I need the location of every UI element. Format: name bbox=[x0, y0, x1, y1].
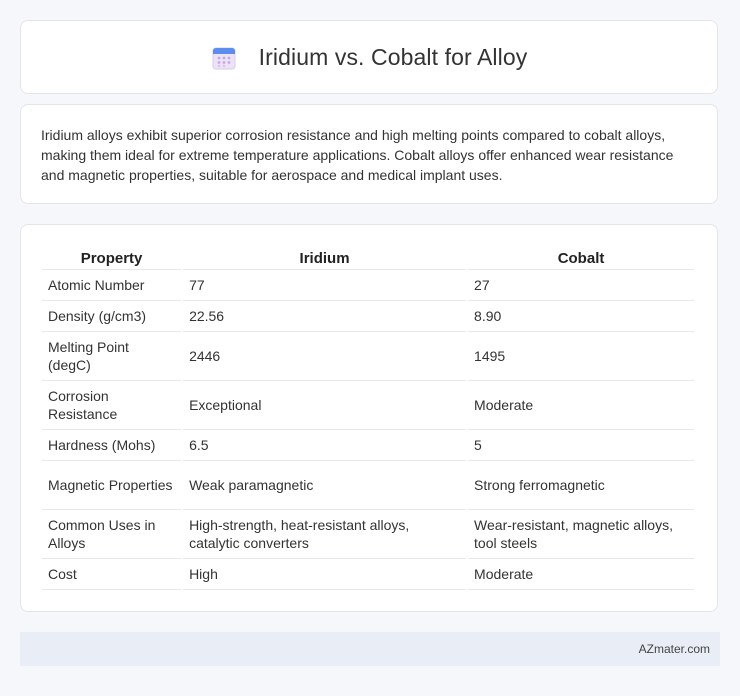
cobalt-value: 1495 bbox=[468, 332, 694, 381]
iridium-value: Exceptional bbox=[183, 381, 467, 430]
table-row: Atomic Number 77 27 bbox=[42, 270, 694, 301]
cobalt-value: 27 bbox=[468, 270, 694, 301]
header-cobalt: Cobalt bbox=[468, 245, 694, 270]
iridium-value: 22.56 bbox=[183, 301, 467, 332]
title-card: Iridium vs. Cobalt for Alloy bbox=[20, 20, 718, 94]
cobalt-value: 8.90 bbox=[468, 301, 694, 332]
row-label: Corrosion Resistance bbox=[42, 381, 182, 430]
row-label: Cost bbox=[42, 559, 182, 590]
table-row: Common Uses in Alloys High-strength, hea… bbox=[42, 510, 694, 559]
row-label: Common Uses in Alloys bbox=[42, 510, 182, 559]
cobalt-value: Moderate bbox=[468, 381, 694, 430]
iridium-value: 6.5 bbox=[183, 430, 467, 461]
row-label: Magnetic Properties bbox=[42, 461, 182, 510]
iridium-value: Weak paramagnetic bbox=[183, 461, 467, 510]
row-label: Hardness (Mohs) bbox=[42, 430, 182, 461]
footer-bar: AZmater.com bbox=[20, 632, 720, 666]
comparison-table: Property Iridium Cobalt Atomic Number 77… bbox=[40, 245, 696, 590]
cobalt-value: 5 bbox=[468, 430, 694, 461]
header-property: Property bbox=[42, 245, 182, 270]
iridium-value: 77 bbox=[183, 270, 467, 301]
cobalt-value: Moderate bbox=[468, 559, 694, 590]
description-card: Iridium alloys exhibit superior corrosio… bbox=[20, 104, 718, 204]
cobalt-value: Strong ferromagnetic bbox=[468, 461, 694, 510]
comparison-table-card: Property Iridium Cobalt Atomic Number 77… bbox=[20, 224, 718, 612]
row-label: Density (g/cm3) bbox=[42, 301, 182, 332]
table-row: Hardness (Mohs) 6.5 5 bbox=[42, 430, 694, 461]
page-title: Iridium vs. Cobalt for Alloy bbox=[258, 43, 528, 70]
calendar-icon bbox=[212, 47, 236, 70]
table-header-row: Property Iridium Cobalt bbox=[42, 245, 694, 270]
table-row: Density (g/cm3) 22.56 8.90 bbox=[42, 301, 694, 332]
iridium-value: High-strength, heat-resistant alloys, ca… bbox=[183, 510, 467, 559]
cobalt-value: Wear-resistant, magnetic alloys, tool st… bbox=[468, 510, 694, 559]
table-row: Cost High Moderate bbox=[42, 559, 694, 590]
footer-brand[interactable]: AZmater.com bbox=[639, 642, 710, 656]
table-row: Magnetic Properties Weak paramagnetic St… bbox=[42, 461, 694, 510]
row-label: Atomic Number bbox=[42, 270, 182, 301]
header-iridium: Iridium bbox=[183, 245, 467, 270]
table-row: Corrosion Resistance Exceptional Moderat… bbox=[42, 381, 694, 430]
table-row: Melting Point (degC) 2446 1495 bbox=[42, 332, 694, 381]
row-label: Melting Point (degC) bbox=[42, 332, 182, 381]
iridium-value: 2446 bbox=[183, 332, 467, 381]
iridium-value: High bbox=[183, 559, 467, 590]
description-text: Iridium alloys exhibit superior corrosio… bbox=[41, 127, 674, 183]
